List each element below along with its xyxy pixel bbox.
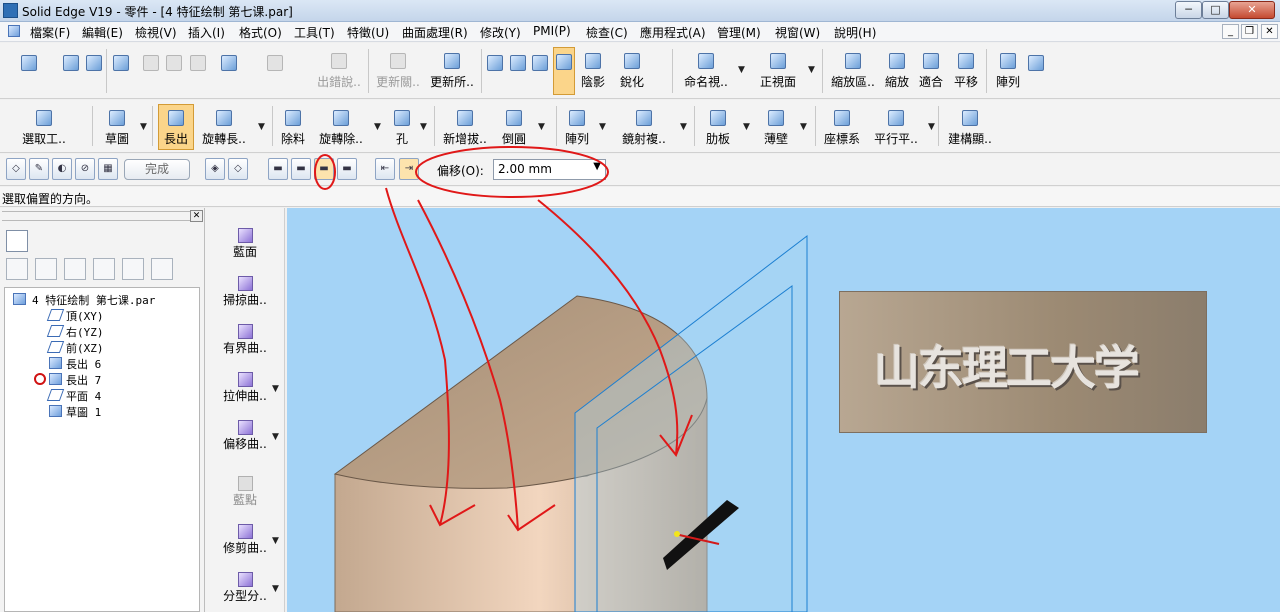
- solid-edge-window: Solid Edge V19 - 零件 - [4 特征绘制 第七课.par] ─…: [0, 0, 1280, 612]
- annotation-circle-offset-field: [415, 146, 609, 198]
- annotation-arrow-1: [385, 187, 476, 527]
- annotation-circle-direction-button: [314, 154, 336, 190]
- annotation-overlay: [314, 146, 693, 532]
- annotation-arrow-2: [417, 199, 556, 532]
- annotation-arrow-3: [537, 199, 693, 457]
